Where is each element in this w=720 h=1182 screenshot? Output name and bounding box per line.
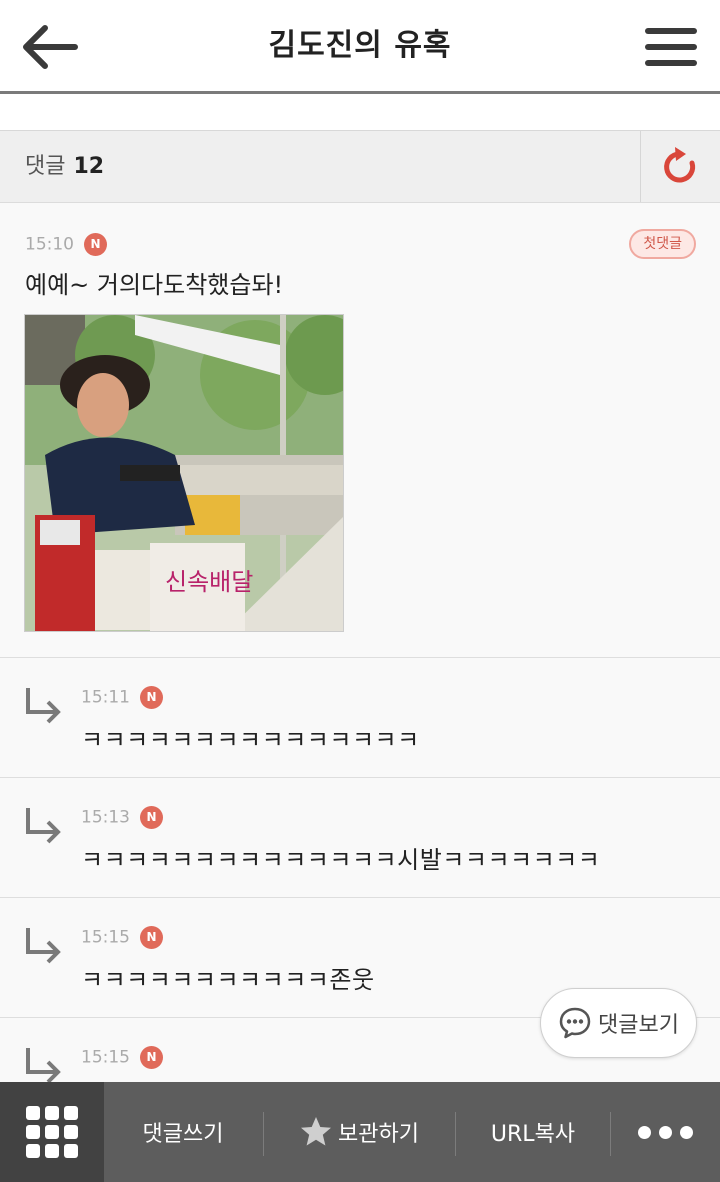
bookmark-label: 보관하기 xyxy=(338,1122,419,1147)
grid-apps-icon xyxy=(26,1106,78,1158)
first-comment-badge: 첫댓글 xyxy=(629,229,696,259)
top-header: 김도진의 유혹 xyxy=(0,0,720,94)
comment-photo[interactable]: 신속배달 xyxy=(24,314,344,632)
comment-time-text: 15:10 xyxy=(25,234,74,255)
page-title: 김도진의 유혹 xyxy=(268,28,452,63)
reply-time-text: 15:13 xyxy=(81,807,130,828)
reply-time: 15:13 N xyxy=(81,806,163,829)
reply-arrow-icon xyxy=(26,688,61,724)
new-badge: N xyxy=(140,1046,163,1069)
write-comment-button[interactable]: 댓글쓰기 xyxy=(104,1082,262,1182)
menu-button[interactable] xyxy=(636,20,706,74)
chat-bubble-icon xyxy=(559,1007,591,1039)
more-button[interactable] xyxy=(611,1082,720,1182)
comment-time: 15:10 N xyxy=(25,233,107,256)
more-dots-icon xyxy=(634,1120,697,1145)
new-badge: N xyxy=(140,806,163,829)
svg-text:신속배달: 신속배달 xyxy=(165,568,253,596)
reply-time: 15:15 N xyxy=(81,1046,163,1069)
apps-grid-button[interactable] xyxy=(0,1082,104,1182)
header-spacer xyxy=(0,94,720,131)
reply-arrow-icon xyxy=(26,928,61,964)
comment-item: 15:10 N 첫댓글 예예~ 거의다도착했습돠! 신속배달 xyxy=(0,203,720,658)
comment-count-label: 댓글 xyxy=(25,154,66,179)
hamburger-menu-icon xyxy=(645,28,697,66)
arrow-left-icon xyxy=(23,25,78,69)
reply-item: 15:11 N ㅋㅋㅋㅋㅋㅋㅋㅋㅋㅋㅋㅋㅋㅋㅋ xyxy=(0,658,720,778)
reply-time-text: 15:15 xyxy=(81,927,130,948)
reply-time-text: 15:11 xyxy=(81,687,130,708)
new-badge: N xyxy=(140,686,163,709)
comment-count-number: 12 xyxy=(73,154,105,179)
comment-count: 댓글 12 xyxy=(25,131,104,203)
bookmark-button[interactable]: 보관하기 xyxy=(264,1082,455,1182)
comment-text: 예예~ 거의다도착했습돠! xyxy=(25,271,284,299)
reply-time: 15:11 N xyxy=(81,686,163,709)
photo-illustration: 신속배달 xyxy=(25,315,343,631)
copy-url-label: URL복사 xyxy=(490,1122,576,1147)
bottom-toolbar: 댓글쓰기 보관하기 URL복사 xyxy=(0,1082,720,1182)
copy-url-button[interactable]: URL복사 xyxy=(456,1082,610,1182)
view-comments-button[interactable]: 댓글보기 xyxy=(540,988,697,1058)
comment-count-bar: 댓글 12 xyxy=(0,131,720,203)
reply-arrow-icon xyxy=(26,1048,61,1084)
reply-text: ㅋㅋㅋㅋㅋㅋㅋㅋㅋㅋㅋㅋㅋㅋ시발ㅋㅋㅋㅋㅋㅋㅋ xyxy=(81,846,601,874)
reply-text: ㅋㅋㅋㅋㅋㅋㅋㅋㅋㅋㅋ존웃 xyxy=(81,966,375,994)
new-badge: N xyxy=(140,926,163,949)
reply-text: ㅋㅋㅋㅋㅋㅋㅋㅋㅋㅋㅋㅋㅋㅋㅋ xyxy=(81,726,420,754)
new-badge: N xyxy=(84,233,107,256)
star-icon xyxy=(301,1117,332,1146)
refresh-icon xyxy=(663,146,695,182)
back-button[interactable] xyxy=(14,18,84,76)
reply-item: 15:13 N ㅋㅋㅋㅋㅋㅋㅋㅋㅋㅋㅋㅋㅋㅋ시발ㅋㅋㅋㅋㅋㅋㅋ xyxy=(0,778,720,898)
reply-arrow-icon xyxy=(26,808,61,844)
view-comments-label: 댓글보기 xyxy=(598,1013,679,1038)
reply-time-text: 15:15 xyxy=(81,1047,130,1068)
reply-time: 15:15 N xyxy=(81,926,163,949)
write-comment-label: 댓글쓰기 xyxy=(142,1122,224,1147)
refresh-button[interactable] xyxy=(640,131,720,202)
